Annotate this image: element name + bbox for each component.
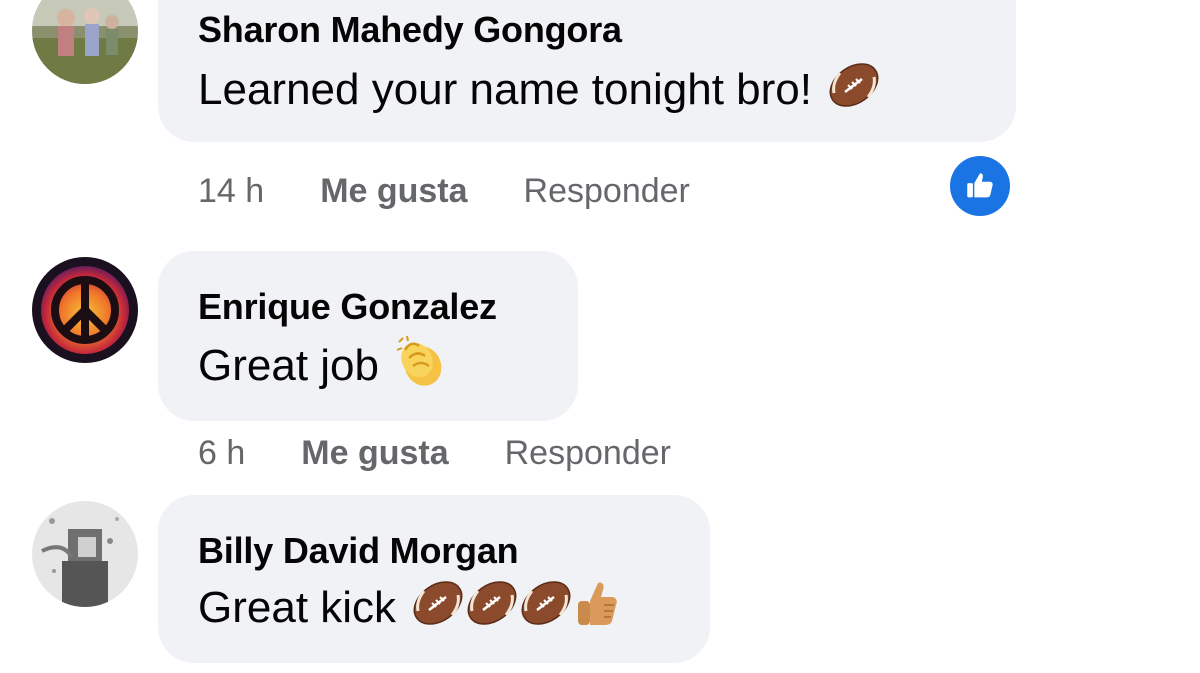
football-emoji xyxy=(404,571,472,640)
comment-author[interactable]: Sharon Mahedy Gongora xyxy=(198,9,622,51)
comment-author[interactable]: Enrique Gonzalez xyxy=(198,286,497,328)
like-reaction-badge[interactable] xyxy=(950,156,1010,216)
comment-text: Great kick xyxy=(198,571,620,636)
avatar[interactable] xyxy=(32,501,138,607)
avatar[interactable] xyxy=(32,0,138,84)
comment-timestamp[interactable]: 14 h xyxy=(198,172,264,211)
football-emoji xyxy=(458,571,526,640)
profile-photo-icon xyxy=(32,501,138,607)
comment-author[interactable]: Billy David Morgan xyxy=(198,530,519,572)
reply-button[interactable]: Responder xyxy=(524,172,690,211)
comment-actions: 6 h Me gusta Responder xyxy=(198,434,671,473)
like-button[interactable]: Me gusta xyxy=(320,172,467,211)
avatar[interactable] xyxy=(32,257,138,363)
comment-body: Great kick xyxy=(198,583,397,632)
clapping-hands-emoji xyxy=(393,332,451,401)
thumbs-up-emoji xyxy=(574,577,620,640)
comment-text: Learned your name tonight bro! xyxy=(198,53,888,118)
comment-timestamp[interactable]: 6 h xyxy=(198,434,245,473)
profile-photo-icon xyxy=(32,0,138,84)
peace-sign-avatar-icon xyxy=(32,257,138,363)
like-button[interactable]: Me gusta xyxy=(301,434,448,473)
comment-bubble xyxy=(158,251,578,421)
football-emoji xyxy=(512,571,580,640)
comment-text: Great job xyxy=(198,335,451,394)
comment-actions: 14 h Me gusta Responder xyxy=(198,172,690,211)
comment-body: Great job xyxy=(198,341,379,390)
football-emoji xyxy=(820,53,888,122)
like-icon xyxy=(967,173,993,198)
reply-button[interactable]: Responder xyxy=(505,434,671,473)
comment-body: Learned your name tonight bro! xyxy=(198,65,812,114)
